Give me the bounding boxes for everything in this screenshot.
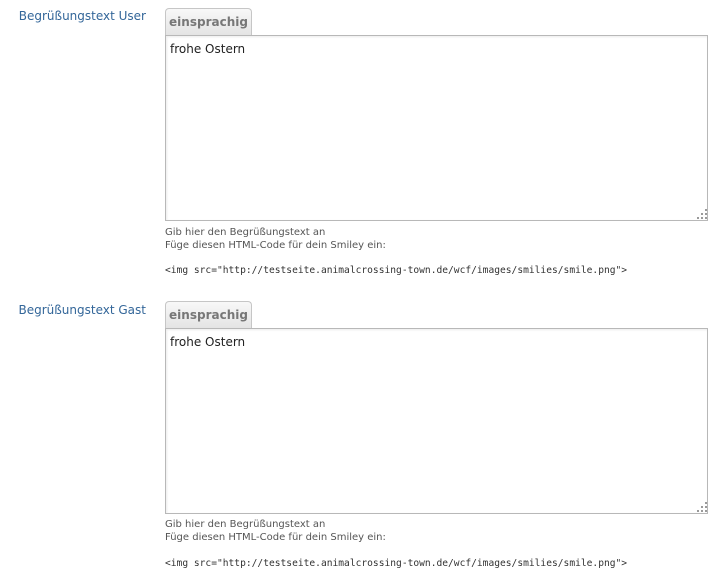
resize-grip-icon[interactable] xyxy=(697,209,707,219)
smiley-html-code: <img src="http://testseite.animalcrossin… xyxy=(165,558,628,569)
help-text-line-1: Gib hier den Begrüßungstext an xyxy=(165,519,326,530)
help-text-line-1: Gib hier den Begrüßungstext an xyxy=(165,227,326,238)
resize-grip-icon[interactable] xyxy=(697,502,707,512)
greeting-guest-textarea[interactable]: frohe Ostern xyxy=(165,328,708,514)
greeting-user-textarea[interactable]: frohe Ostern xyxy=(165,35,708,221)
field-label-greeting-guest: Begrüßungstext Gast xyxy=(18,303,146,317)
smiley-html-code: <img src="http://testseite.animalcrossin… xyxy=(165,265,628,276)
tab-monolingual-guest[interactable]: einsprachig xyxy=(165,301,252,328)
tab-monolingual-user[interactable]: einsprachig xyxy=(165,8,252,35)
settings-form: Begrüßungstext User einsprachig frohe Os… xyxy=(0,0,728,583)
help-text-line-2: Füge diesen HTML-Code für dein Smiley ei… xyxy=(165,240,386,251)
help-text-line-2: Füge diesen HTML-Code für dein Smiley ei… xyxy=(165,532,386,543)
field-label-greeting-user: Begrüßungstext User xyxy=(18,9,146,23)
